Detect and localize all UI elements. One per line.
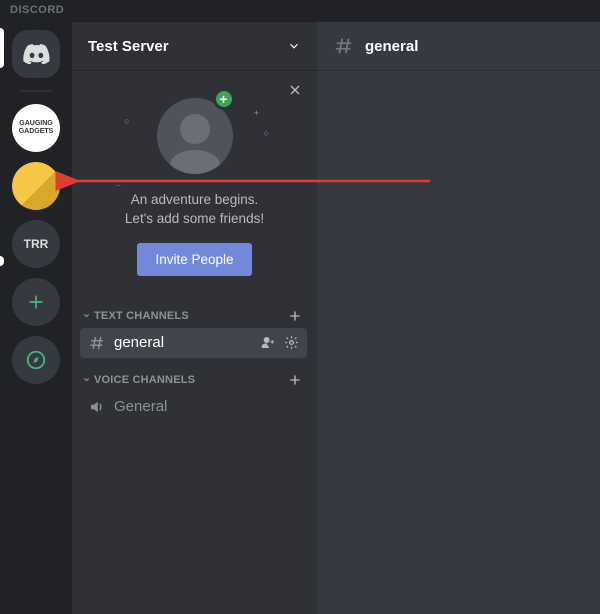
text-channel-general[interactable]: general [80,328,307,358]
text-channels-label: TEXT CHANNELS [94,310,189,322]
invite-people-button[interactable]: Invite People [137,243,251,276]
hover-pill [0,256,4,266]
chat-area: general [317,22,600,614]
close-icon [287,82,303,98]
add-friend-badge-icon: + [213,88,235,110]
add-voice-channel-button[interactable] [287,372,303,388]
welcome-card: ○ + ○ :: + An adventure begins. Let's ad… [72,70,317,294]
add-text-channel-button[interactable] [287,308,303,324]
guild-label: GAUGING GADGETS [16,120,56,135]
current-channel-name: general [365,38,418,55]
deco-dot: + [254,108,259,118]
guild-separator [20,90,52,92]
channel-sidebar: Test Server ○ + ○ :: + An adventure begi… [72,22,317,614]
voice-channels-section: VOICE CHANNELS General [72,358,317,422]
channel-name: general [114,334,253,351]
guild-label: TRR [24,237,49,251]
plus-icon [287,372,303,388]
close-welcome-button[interactable] [287,82,303,98]
speaker-icon [88,398,106,416]
gear-icon[interactable] [284,335,299,350]
channel-header: general [317,22,600,70]
plus-icon [287,308,303,324]
guild-trr[interactable]: TRR [12,220,60,268]
text-channels-header[interactable]: TEXT CHANNELS [80,304,307,328]
home-button[interactable] [12,30,60,78]
compass-icon [25,349,47,371]
voice-channels-header[interactable]: VOICE CHANNELS [80,368,307,392]
add-server-button[interactable] [12,278,60,326]
welcome-line1: An adventure begins. [88,191,301,210]
guild-gauging-gadgets[interactable]: GAUGING GADGETS [12,104,60,152]
server-header[interactable]: Test Server [72,22,317,70]
hash-icon [88,334,106,352]
server-name: Test Server [88,38,169,55]
deco-dot: ○ [264,128,269,138]
hash-icon [333,35,355,57]
explore-servers-button[interactable] [12,336,60,384]
voice-channel-general[interactable]: General [80,392,307,422]
discord-logo-icon [22,44,50,64]
voice-channels-label: VOICE CHANNELS [94,374,195,386]
selected-pill [0,28,4,68]
guild-list: GAUGING GADGETS TRR [0,22,72,614]
deco-dot: ○ [124,116,129,126]
app-title: DISCORD [10,4,64,16]
plus-icon [26,292,46,312]
welcome-line2: Let's add some friends! [88,210,301,229]
invite-icon[interactable] [261,335,276,350]
channel-name: General [114,398,299,415]
deco-dot: :: [116,178,121,188]
chevron-down-icon [82,311,91,320]
chevron-down-icon [82,375,91,384]
guild-lego[interactable] [12,162,60,210]
text-channels-section: TEXT CHANNELS general [72,294,317,358]
chevron-down-icon [287,39,301,53]
